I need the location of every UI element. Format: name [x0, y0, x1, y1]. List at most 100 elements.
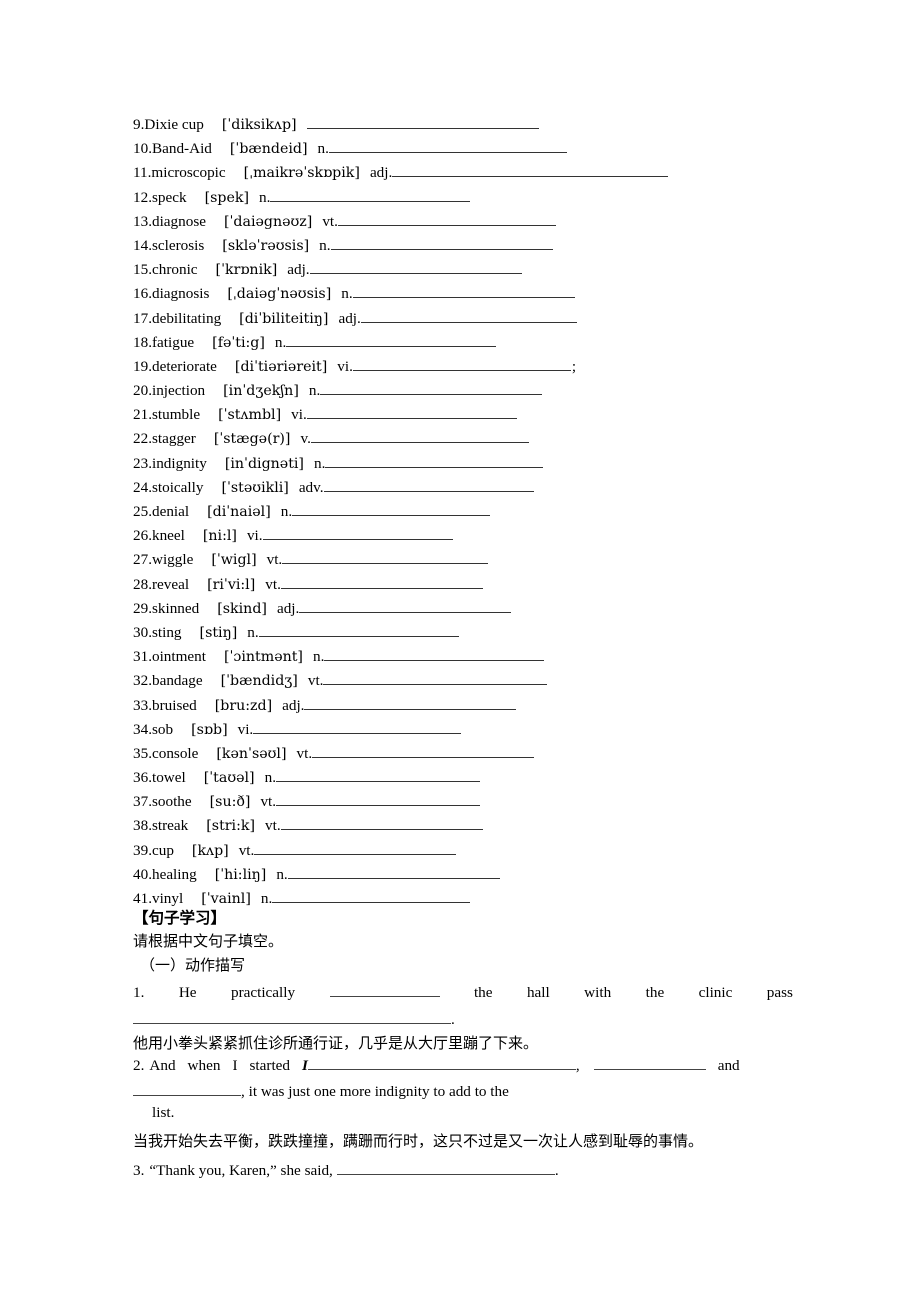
vocabulary-answer-blank[interactable]: [258, 622, 459, 637]
vocabulary-answer-blank[interactable]: [324, 646, 545, 662]
sentence-3-text: “Thank you, Karen,” she said,: [149, 1162, 333, 1179]
vocabulary-answer-blank[interactable]: [292, 501, 491, 516]
sentence-1-word-1: practically: [230, 984, 296, 1001]
vocabulary-answer-blank[interactable]: [282, 549, 489, 565]
vocabulary-word: 23.indignity: [133, 454, 207, 472]
vocabulary-part-of-speech: vt.: [260, 793, 277, 811]
vocabulary-word: 30.sting: [133, 623, 182, 641]
vocabulary-row: 28.reveal [riˈvi:l] vt.: [133, 573, 873, 597]
vocabulary-ipa: [ˈstəʊikli]: [221, 479, 289, 496]
vocabulary-row: 23.indignity [inˈdignəti] n.: [133, 452, 873, 476]
sentence-2-blank-1[interactable]: [307, 1055, 576, 1070]
vocabulary-part-of-speech: n.: [247, 623, 259, 641]
vocabulary-part-of-speech: adv.: [298, 478, 324, 496]
vocabulary-answer-blank[interactable]: [276, 767, 480, 783]
sentence-1-number: 1.: [133, 984, 145, 1001]
vocabulary-part-of-speech: adj.: [369, 164, 393, 182]
vocabulary-part-of-speech: n.: [341, 285, 353, 303]
sentence-2-comma-1: ,: [575, 1057, 580, 1074]
vocabulary-answer-blank[interactable]: [360, 308, 577, 323]
vocabulary-part-of-speech: n.: [276, 865, 288, 883]
vocabulary-word: 20.injection: [133, 382, 206, 400]
sentence-1-tail-word-0: the: [473, 984, 493, 1001]
vocabulary-ipa: [bru:zd]: [214, 697, 273, 714]
vocabulary-word: 13.diagnose: [133, 212, 206, 230]
sentence-3-blank[interactable]: [336, 1160, 555, 1175]
vocabulary-answer-blank[interactable]: [306, 114, 539, 129]
vocabulary-part-of-speech: adj.: [282, 696, 305, 714]
vocabulary-answer-blank[interactable]: [270, 187, 471, 202]
vocabulary-answer-blank[interactable]: [272, 888, 471, 903]
vocabulary-word: 19.deteriorate: [133, 357, 217, 375]
vocabulary-answer-blank[interactable]: [352, 283, 575, 299]
sentence-1-tail-word-4: clinic: [698, 984, 733, 1001]
sentence-2-blank-3[interactable]: [133, 1081, 241, 1096]
vocabulary-answer-blank[interactable]: [280, 815, 483, 831]
vocabulary-answer-blank[interactable]: [287, 864, 500, 879]
vocabulary-answer-blank[interactable]: [304, 695, 517, 710]
vocabulary-answer-blank[interactable]: [330, 235, 553, 250]
vocabulary-word: 37.soothe: [133, 793, 192, 811]
vocabulary-ipa: [ˈkrɒnik]: [215, 262, 278, 279]
sentence-1-tail-word-2: with: [584, 984, 612, 1001]
vocabulary-word: 35.console: [133, 744, 199, 762]
vocabulary-row: 41.vinyl [ˈvainl] n.: [133, 887, 873, 911]
vocabulary-ipa: [ˈstʌmbl]: [218, 407, 282, 424]
vocabulary-part-of-speech: v.: [300, 430, 311, 448]
vocabulary-part-of-speech: vi.: [237, 720, 254, 738]
vocabulary-word: 14.sclerosis: [133, 236, 205, 254]
vocabulary-ipa: [riˈvi:l]: [207, 576, 256, 593]
vocabulary-row: 10.Band-Aid [ˈbændeid] n.: [133, 137, 873, 161]
vocabulary-answer-blank[interactable]: [323, 477, 534, 492]
sentence-2-blank-2[interactable]: [593, 1055, 706, 1070]
vocabulary-ipa: [ˈbændidʒ]: [220, 673, 298, 690]
vocabulary-answer-blank[interactable]: [299, 598, 512, 613]
vocabulary-part-of-speech: vi.: [337, 357, 353, 375]
vocabulary-answer-blank[interactable]: [254, 840, 457, 855]
sentence-3-number: 3.: [133, 1162, 145, 1179]
vocabulary-answer-blank[interactable]: [320, 380, 543, 396]
vocabulary-answer-blank[interactable]: [253, 719, 462, 734]
vocabulary-answer-blank[interactable]: [310, 428, 529, 444]
vocabulary-answer-blank[interactable]: [280, 574, 483, 589]
vocabulary-answer-blank[interactable]: [323, 670, 548, 686]
vocabulary-ipa: [ˌmaikrəˈskɒpik]: [243, 165, 360, 182]
sentence-3-line-1: 3. “Thank you, Karen,” she said,.: [133, 1160, 559, 1180]
vocabulary-row: 33.bruised [bru:zd] adj.: [133, 694, 873, 718]
sentence-1-tail-word-3: the: [645, 984, 665, 1001]
vocabulary-ipa: [ˈɔintmənt]: [223, 649, 303, 666]
vocabulary-part-of-speech: vt.: [307, 672, 324, 690]
vocabulary-answer-blank[interactable]: [312, 743, 535, 758]
vocabulary-row: 37.soothe [su:ð] vt.: [133, 790, 873, 814]
vocabulary-answer-blank[interactable]: [306, 404, 517, 420]
vocabulary-answer-blank[interactable]: [337, 211, 556, 226]
vocabulary-ipa: [kʌp]: [191, 842, 229, 859]
sentence-2-translation: 当我开始失去平衡，跌跌撞撞，蹒跚而行时，这只不过是又一次让人感到耻辱的事情。: [133, 1132, 704, 1150]
vocabulary-ipa: [kənˈsəʊl]: [216, 745, 287, 762]
vocabulary-ipa: [ˈtaʊəl]: [203, 770, 255, 787]
vocabulary-answer-blank[interactable]: [262, 525, 453, 541]
sentence-1-blank-2[interactable]: [133, 1009, 451, 1024]
vocabulary-word: 26.kneel: [133, 527, 185, 545]
vocabulary-answer-blank[interactable]: [276, 791, 481, 807]
vocabulary-ipa: [diˈtiəriəreit]: [234, 358, 328, 375]
sentence-1-blank-1[interactable]: [329, 982, 440, 997]
sentence-1-tail-word-5: pass: [766, 984, 793, 1001]
vocabulary-answer-blank[interactable]: [286, 332, 497, 347]
vocabulary-answer-blank[interactable]: [325, 453, 544, 468]
vocabulary-word: 39.cup: [133, 841, 174, 859]
vocabulary-ipa: [sɒb]: [191, 721, 228, 738]
vocabulary-word: 32.bandage: [133, 672, 203, 690]
vocabulary-ipa: [ˈhi:liŋ]: [214, 866, 267, 883]
vocabulary-answer-blank[interactable]: [309, 259, 522, 275]
vocabulary-answer-blank[interactable]: [352, 356, 571, 371]
sentence-1-word-0: He: [178, 984, 197, 1001]
vocabulary-answer-blank[interactable]: [392, 162, 669, 178]
vocabulary-row: 25.denial [diˈnaiəl] n.: [133, 500, 873, 524]
vocabulary-row: 38.streak [stri:k] vt.: [133, 814, 873, 838]
sentence-1-line-1: 1. He practically the hall with the clinic pass: [133, 982, 793, 1002]
vocabulary-trailing-punctuation: ;: [571, 357, 577, 375]
vocabulary-answer-blank[interactable]: [328, 138, 567, 154]
vocabulary-row: 15.chronic [ˈkrɒnik] adj.: [133, 258, 873, 282]
vocabulary-row: 29.skinned [skind] adj.: [133, 597, 873, 621]
